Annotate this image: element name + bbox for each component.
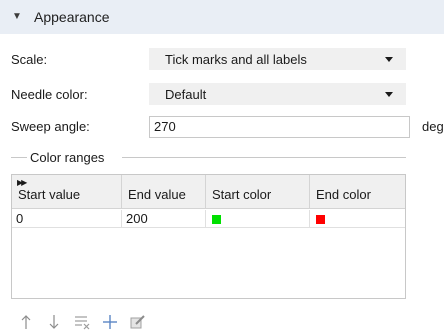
end-color-cell[interactable] bbox=[310, 210, 405, 228]
start-color-cell[interactable] bbox=[206, 210, 310, 228]
move-up-icon bbox=[21, 315, 31, 329]
edit-button[interactable] bbox=[130, 313, 146, 331]
dropdown-arrow-icon bbox=[385, 56, 393, 62]
table-toolbar bbox=[18, 312, 146, 332]
start-color-swatch bbox=[212, 215, 221, 225]
color-ranges-table[interactable]: ▶▶ Start value End value Start color End… bbox=[11, 174, 406, 299]
end-value-cell[interactable]: 200 bbox=[122, 210, 206, 228]
appearance-section-header[interactable]: ▼ Appearance bbox=[0, 0, 444, 34]
move-down-icon bbox=[49, 315, 59, 329]
add-icon bbox=[103, 315, 117, 329]
column-header-start-value[interactable]: ▶▶ Start value bbox=[12, 175, 122, 209]
column-header-label: Start color bbox=[212, 187, 272, 202]
clear-table-icon bbox=[75, 316, 90, 330]
needle-color-select[interactable]: Default bbox=[149, 83, 406, 105]
sweep-angle-input[interactable]: 270 bbox=[149, 116, 410, 138]
scale-select[interactable]: Tick marks and all labels bbox=[149, 48, 406, 70]
needle-color-select-value: Default bbox=[165, 86, 207, 102]
column-header-label: End color bbox=[316, 187, 371, 202]
start-value-cell[interactable]: 0 bbox=[12, 210, 122, 228]
move-up-button[interactable] bbox=[18, 313, 34, 331]
scale-label: Scale: bbox=[11, 52, 48, 67]
column-header-start-color[interactable]: Start color bbox=[206, 175, 310, 209]
scale-select-value: Tick marks and all labels bbox=[165, 51, 307, 67]
column-header-end-color[interactable]: End color bbox=[310, 175, 405, 209]
move-down-button[interactable] bbox=[46, 313, 62, 331]
add-button[interactable] bbox=[102, 313, 118, 331]
chevron-down-icon: ▼ bbox=[12, 11, 22, 22]
group-divider-left bbox=[11, 157, 27, 158]
end-color-swatch bbox=[316, 215, 325, 225]
clear-table-button[interactable] bbox=[74, 313, 90, 331]
group-divider-right bbox=[122, 157, 406, 158]
needle-color-label: Needle color: bbox=[11, 87, 88, 102]
column-header-label: End value bbox=[128, 187, 186, 202]
sweep-angle-unit: deg bbox=[422, 119, 444, 134]
column-header-label: Start value bbox=[18, 187, 81, 202]
column-header-end-value[interactable]: End value bbox=[122, 175, 206, 209]
edit-icon bbox=[130, 315, 145, 329]
section-title: Appearance bbox=[34, 9, 110, 25]
dropdown-arrow-icon bbox=[385, 91, 393, 97]
table-header: ▶▶ Start value End value Start color End… bbox=[12, 175, 405, 209]
color-ranges-title: Color ranges bbox=[30, 150, 105, 165]
fast-forward-icon: ▶▶ bbox=[17, 178, 27, 187]
table-row[interactable]: 0 200 bbox=[12, 210, 405, 228]
sweep-angle-label: Sweep angle: bbox=[11, 119, 90, 134]
